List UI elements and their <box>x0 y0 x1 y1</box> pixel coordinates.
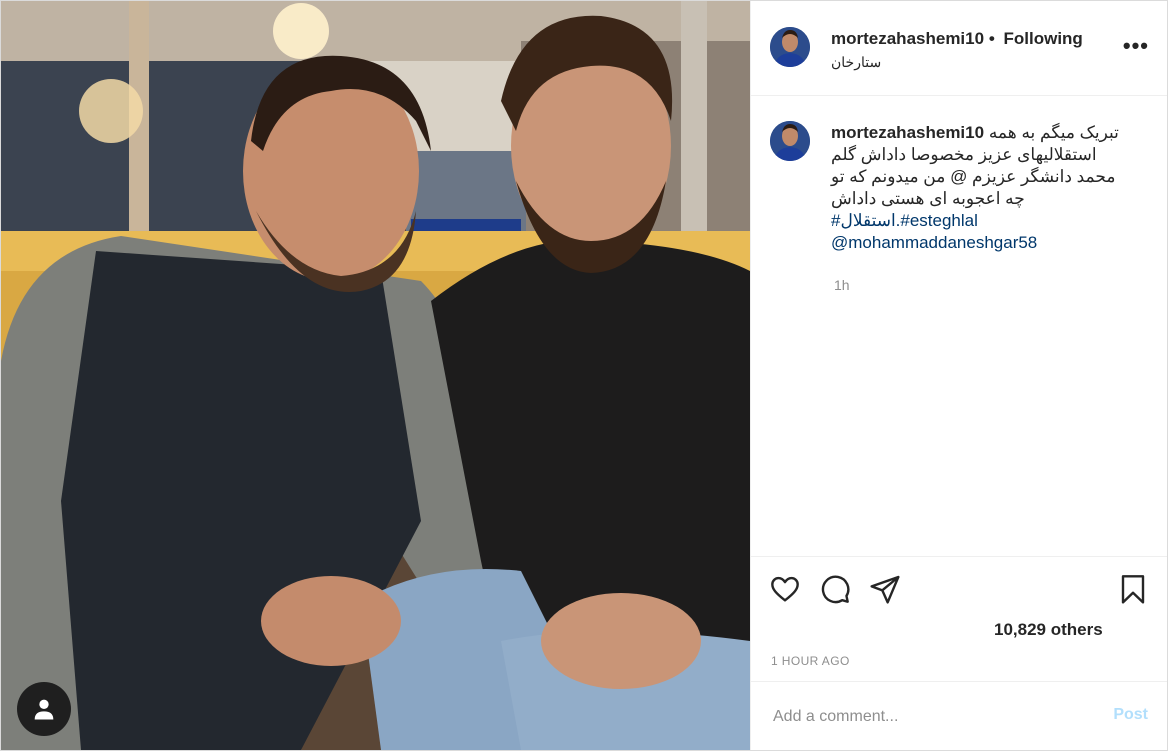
heart-icon <box>771 576 799 602</box>
comment-button[interactable] <box>819 573 851 605</box>
separator-dot: • <box>988 29 995 48</box>
post-actions: 10,829 others 1 HOUR AGO <box>751 556 1167 683</box>
caption-line-3: محمد دانشگر عزیزم @ من میدونم که تو <box>831 167 1116 186</box>
post-timestamp[interactable]: 1 HOUR AGO <box>771 654 850 668</box>
header-username[interactable]: mortezahashemi10 <box>831 29 984 48</box>
caption-hashtags[interactable]: #استقلال.#esteghlal <box>831 210 1131 232</box>
post-header: mortezahashemi10 • Following ستارخان ••• <box>751 1 1167 96</box>
comment-input[interactable] <box>771 702 1095 732</box>
author-avatar[interactable] <box>770 27 810 67</box>
header-username-row: mortezahashemi10 • Following <box>831 29 1083 49</box>
tag-people-icon <box>34 699 54 720</box>
save-button[interactable] <box>1117 573 1149 605</box>
comment-icon <box>821 575 850 604</box>
caption-mention[interactable]: @mohammaddaneshgar58 <box>831 232 1131 254</box>
avatar-image <box>770 121 810 161</box>
add-comment-bar: Post <box>751 681 1167 750</box>
location-link[interactable]: ستارخان <box>831 54 881 71</box>
caption-line-2: استقلالیهای عزیز مخصوصا داداش گلم <box>831 145 1097 164</box>
photo-illustration <box>1 1 750 750</box>
post-caption: mortezahashemi10 تبریک میگم به همه استقل… <box>831 122 1131 254</box>
caption-username[interactable]: mortezahashemi10 <box>831 123 984 142</box>
more-options-button[interactable]: ••• <box>1123 33 1149 59</box>
likes-count[interactable]: 10,829 others <box>994 620 1103 640</box>
post-photo[interactable] <box>1 1 750 750</box>
caption-time: 1h <box>834 277 850 293</box>
comments-area: mortezahashemi10 تبریک میگم به همه استقل… <box>751 96 1167 556</box>
post-side-panel: mortezahashemi10 • Following ستارخان •••… <box>750 1 1167 750</box>
post-modal: mortezahashemi10 • Following ستارخان •••… <box>0 0 1168 751</box>
caption-line-4: چه اعجوبه ای هستی داداش <box>831 189 1025 208</box>
caption-author-avatar[interactable] <box>770 121 810 161</box>
caption-line-1: تبریک میگم به همه <box>988 123 1119 142</box>
more-icon: ••• <box>1122 33 1149 58</box>
following-button[interactable]: Following <box>1004 29 1083 48</box>
post-comment-button[interactable]: Post <box>1113 706 1148 724</box>
bookmark-icon <box>1121 575 1145 604</box>
like-button[interactable] <box>769 573 801 605</box>
avatar-image <box>770 27 810 67</box>
share-icon <box>870 575 900 604</box>
tag-people-button[interactable] <box>17 682 71 736</box>
share-button[interactable] <box>869 573 901 605</box>
